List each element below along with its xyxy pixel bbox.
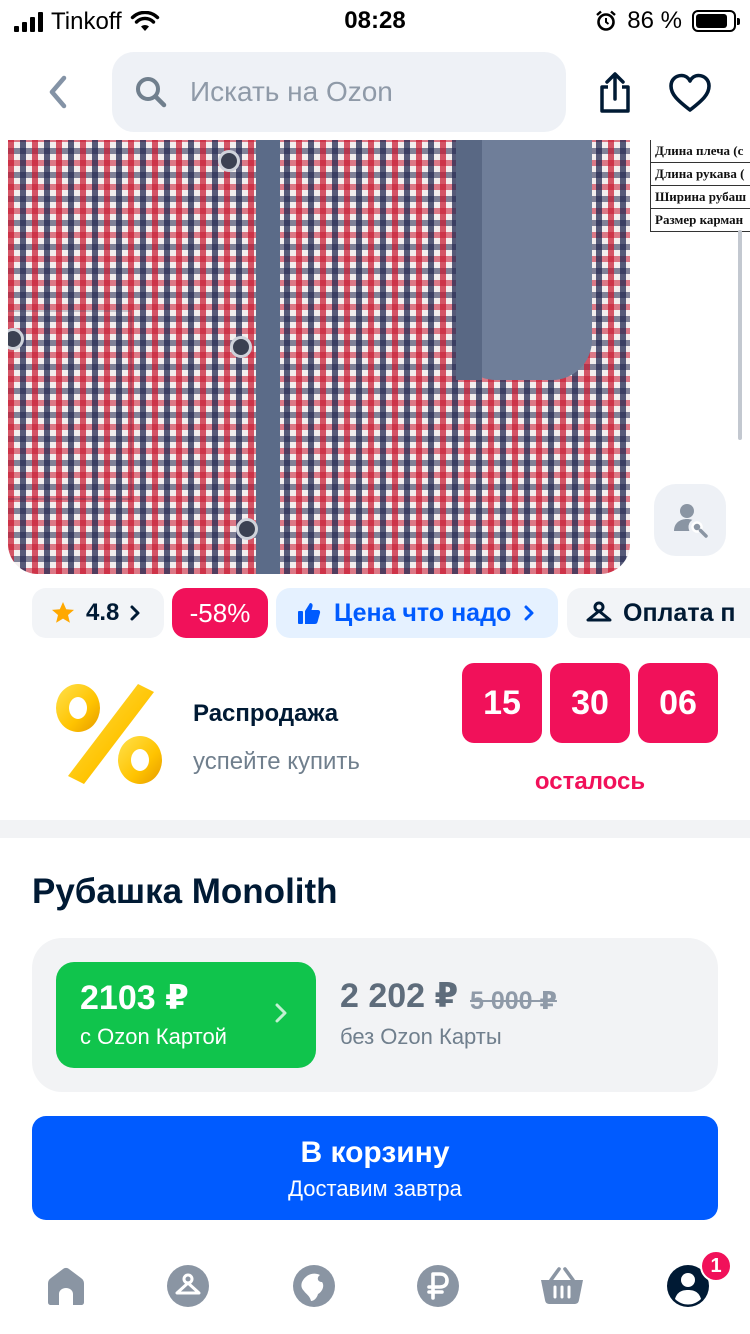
fresh-icon <box>293 1265 335 1307</box>
old-price: 5 000 ₽ <box>470 987 557 1015</box>
product-gallery[interactable]: Длина плеча (с Длина рукава ( Ширина руб… <box>0 140 750 576</box>
payment-label: Оплата п <box>623 598 736 627</box>
back-icon <box>49 75 67 109</box>
visual-search-button[interactable] <box>654 484 726 556</box>
size-chart-row: Ширина рубаш <box>650 186 750 209</box>
search-placeholder: Искать на Ozon <box>190 76 393 107</box>
delivery-label: Доставим завтра <box>288 1176 462 1201</box>
shirt-placket <box>256 140 280 574</box>
search-input[interactable]: Искать на Ozon <box>112 52 566 132</box>
section-divider <box>0 820 750 838</box>
chevron-right-icon <box>524 605 534 621</box>
tab-cart[interactable] <box>538 1262 586 1310</box>
shirt-button <box>236 518 258 540</box>
battery-icon <box>692 10 740 32</box>
add-to-cart-label: В корзину <box>300 1136 450 1169</box>
size-chart-row: Размер карман <box>650 209 750 232</box>
chevron-right-icon <box>130 605 140 621</box>
sale-subtitle: успейте купить <box>193 748 360 775</box>
regular-price-label: без Ozon Карты <box>340 1024 502 1049</box>
tab-catalog[interactable] <box>164 1262 212 1310</box>
thumbs-up-icon <box>298 603 321 624</box>
timer-hours: 15 <box>462 663 542 743</box>
bottom-tab-bar: 1 <box>0 1248 750 1334</box>
visual-search-icon <box>674 504 708 538</box>
price-block: 2103 ₽ с Ozon Картой 2 202 ₽ 5 000 ₽ без… <box>32 938 718 1092</box>
product-title: Рубашка Monolith <box>32 872 338 911</box>
ozon-card-label: с Ozon Картой <box>80 1024 227 1049</box>
size-chart-row: Длина рукава ( <box>650 163 750 186</box>
back-button[interactable] <box>36 70 80 114</box>
sale-title: Распродажа <box>193 700 339 727</box>
top-header: Искать на Ozon <box>0 44 750 140</box>
size-chart-row: Длина плеча (с <box>650 140 750 163</box>
rating-value: 4.8 <box>86 599 120 626</box>
badges-row: 4.8 -58% Цена что надо Оплата п <box>0 588 750 638</box>
tab-fresh[interactable] <box>290 1262 338 1310</box>
search-icon <box>136 77 167 108</box>
share-button[interactable] <box>590 68 640 118</box>
regular-price: 2 202 ₽ <box>340 977 459 1015</box>
size-chart-table: Длина плеча (с Длина рукава ( Ширина руб… <box>650 140 750 232</box>
chevron-right-icon <box>275 1003 287 1023</box>
status-bar: Tinkoff 08:28 86 % <box>0 0 750 40</box>
good-price-label: Цена что надо <box>334 598 512 627</box>
percent-icon <box>56 684 162 784</box>
share-icon <box>600 72 630 113</box>
tab-home[interactable] <box>42 1262 90 1310</box>
cart-icon <box>541 1267 583 1304</box>
rating-badge[interactable]: 4.8 <box>32 588 164 638</box>
sale-banner[interactable]: Распродажа успейте купить 15 30 06 остал… <box>0 648 750 820</box>
status-right: 86 % <box>595 7 740 35</box>
timer-label: осталось <box>534 768 646 795</box>
star-icon <box>52 602 74 623</box>
shirt-pocket <box>8 310 132 500</box>
home-icon <box>48 1267 84 1305</box>
alarm-icon <box>596 10 617 31</box>
battery-percent: 86 % <box>627 7 682 34</box>
tab-finance[interactable] <box>414 1262 462 1310</box>
notification-badge: 1 <box>700 1250 732 1282</box>
ozon-card-price: 2103 ₽ <box>80 979 189 1017</box>
good-price-badge[interactable]: Цена что надо <box>276 588 558 638</box>
ozon-card-price-button[interactable]: 2103 ₽ с Ozon Картой <box>56 962 316 1068</box>
shirt-button <box>230 336 252 358</box>
add-to-cart-button[interactable]: В корзину Доставим завтра <box>32 1116 718 1220</box>
catalog-icon <box>167 1265 209 1307</box>
product-photo[interactable] <box>8 140 630 574</box>
favorite-button[interactable] <box>664 68 716 118</box>
finance-icon <box>417 1265 459 1307</box>
payment-badge[interactable]: Оплата п <box>567 588 750 638</box>
heart-icon <box>669 73 711 112</box>
timer-seconds: 06 <box>638 663 718 743</box>
hanger-icon <box>586 601 612 622</box>
shirt-sleeve <box>456 140 592 380</box>
product-info: Рубашка Monolith 2103 ₽ с Ozon Картой 2 … <box>0 838 750 1258</box>
discount-badge: -58% <box>172 588 268 638</box>
timer-minutes: 30 <box>550 663 630 743</box>
gallery-scrollbar[interactable] <box>738 230 742 440</box>
shirt-button <box>218 150 240 172</box>
